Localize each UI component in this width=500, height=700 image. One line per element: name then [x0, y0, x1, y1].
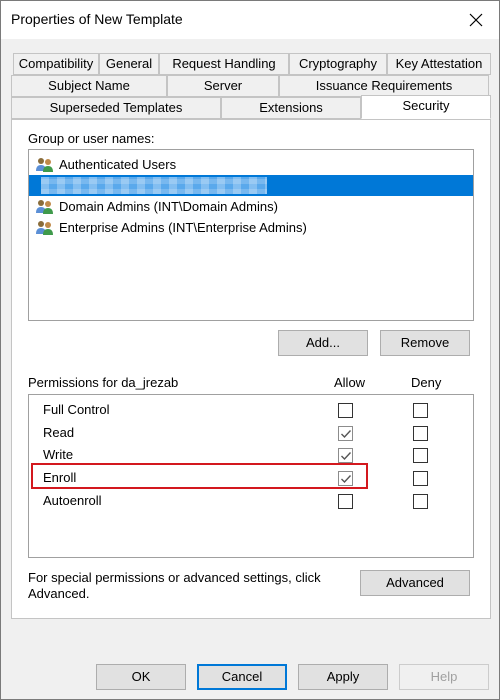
- checkmark-icon: [341, 430, 352, 439]
- deny-checkbox-write[interactable]: [413, 448, 428, 463]
- deny-checkbox-autoenroll[interactable]: [413, 494, 428, 509]
- deny-checkbox-enroll[interactable]: [413, 471, 428, 486]
- allow-checkbox-write[interactable]: [338, 448, 353, 463]
- list-item-label: Enterprise Admins (INT\Enterprise Admins…: [59, 220, 307, 235]
- perm-row-autoenroll: Autoenroll: [29, 490, 473, 512]
- advanced-help-text: For special permissions or advanced sett…: [28, 570, 321, 601]
- allow-checkbox-autoenroll[interactable]: [338, 494, 353, 509]
- title-bar: Properties of New Template: [1, 1, 499, 39]
- tab-subject-name[interactable]: Subject Name: [11, 75, 167, 97]
- tab-security[interactable]: Security: [361, 95, 491, 119]
- apply-button[interactable]: Apply: [298, 664, 388, 690]
- permissions-label: Permissions for da_jrezab: [28, 375, 179, 390]
- list-item-label: Domain Admins (INT\Domain Admins): [59, 199, 278, 214]
- advanced-button[interactable]: Advanced: [360, 570, 470, 596]
- tab-extensions[interactable]: Extensions: [221, 97, 361, 119]
- group-listbox[interactable]: Authenticated Users Domain Admins (INT\D…: [28, 149, 474, 321]
- add-button[interactable]: Add...: [278, 330, 368, 356]
- allow-header: Allow: [334, 375, 366, 390]
- ok-button[interactable]: OK: [96, 664, 186, 690]
- window-title: Properties of New Template: [11, 11, 183, 27]
- perm-name: Read: [43, 425, 75, 440]
- list-item-label: Authenticated Users: [59, 157, 177, 172]
- perm-name: Enroll: [43, 470, 77, 485]
- checkmark-icon: [341, 475, 352, 484]
- users-icon: [35, 157, 55, 173]
- pixelated-username: [41, 177, 267, 194]
- users-icon: [35, 220, 55, 236]
- list-item-domain-admins[interactable]: Domain Admins (INT\Domain Admins): [29, 196, 473, 217]
- allow-checkbox-full-control[interactable]: [338, 403, 353, 418]
- tab-cryptography[interactable]: Cryptography: [289, 53, 387, 75]
- deny-header: Deny: [411, 375, 442, 390]
- users-icon: [35, 199, 55, 215]
- perm-row-read: Read: [29, 422, 473, 444]
- allow-checkbox-read[interactable]: [338, 426, 353, 441]
- deny-checkbox-read[interactable]: [413, 426, 428, 441]
- perm-name: Full Control: [43, 402, 110, 417]
- tab-key-attestation[interactable]: Key Attestation: [387, 53, 491, 75]
- list-item-authenticated-users[interactable]: Authenticated Users: [29, 154, 473, 175]
- list-item-enterprise-admins[interactable]: Enterprise Admins (INT\Enterprise Admins…: [29, 217, 473, 238]
- permissions-listbox: Full Control Read Write Enroll Autoenrol…: [28, 394, 474, 558]
- perm-name: Write: [43, 447, 74, 462]
- tab-request-handling[interactable]: Request Handling: [159, 53, 289, 75]
- properties-dialog: Properties of New Template Compatibility…: [0, 0, 500, 700]
- close-button[interactable]: [459, 5, 493, 35]
- perm-row-enroll: Enroll: [29, 467, 473, 489]
- deny-checkbox-full-control[interactable]: [413, 403, 428, 418]
- perm-name: Autoenroll: [43, 493, 102, 508]
- tab-general[interactable]: General: [99, 53, 159, 75]
- remove-button[interactable]: Remove: [380, 330, 470, 356]
- checkmark-icon: [341, 452, 352, 461]
- group-label: Group or user names:: [28, 131, 155, 146]
- tab-server[interactable]: Server: [167, 75, 279, 97]
- tab-superseded-templates[interactable]: Superseded Templates: [11, 97, 221, 119]
- list-item-selected-user[interactable]: [29, 175, 473, 196]
- cancel-button[interactable]: Cancel: [197, 664, 287, 690]
- tab-compatibility[interactable]: Compatibility: [13, 53, 99, 75]
- allow-checkbox-enroll[interactable]: [338, 471, 353, 486]
- perm-row-full-control: Full Control: [29, 399, 473, 421]
- tab-issuance-requirements[interactable]: Issuance Requirements: [279, 75, 489, 97]
- help-button[interactable]: Help: [399, 664, 489, 690]
- perm-row-write: Write: [29, 444, 473, 466]
- close-icon: [469, 13, 483, 27]
